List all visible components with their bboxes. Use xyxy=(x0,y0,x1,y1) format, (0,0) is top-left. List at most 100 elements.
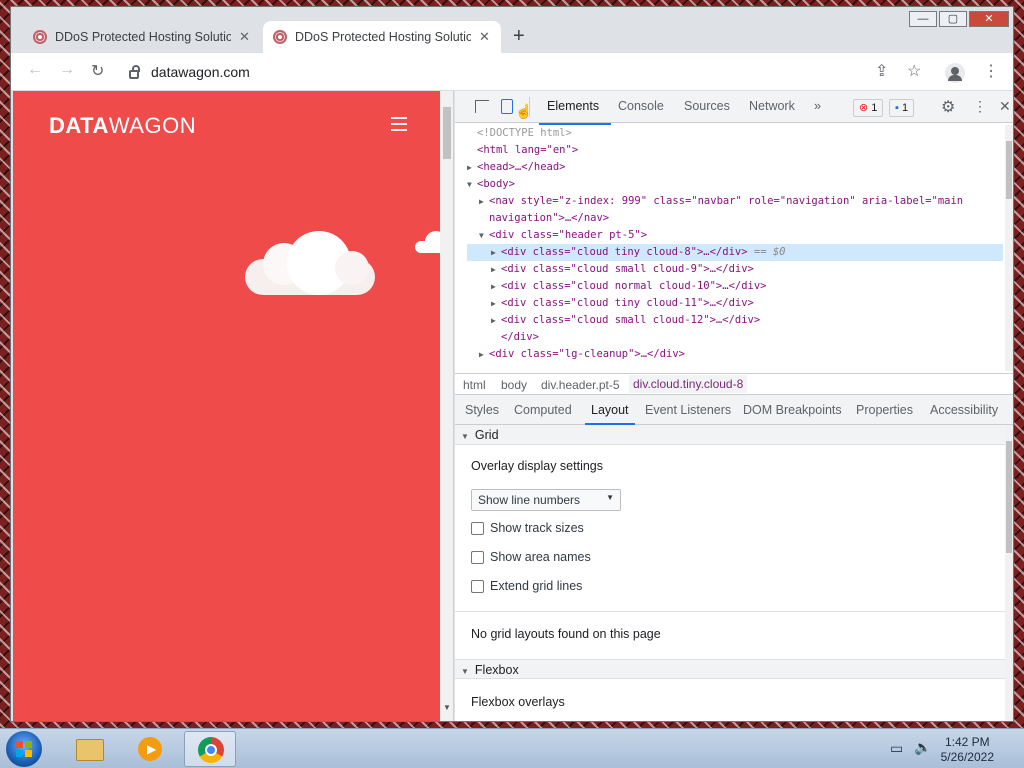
expand-toggle-icon[interactable]: ▼ xyxy=(467,176,477,193)
flexbox-section-header[interactable]: ▼ Flexbox xyxy=(455,659,1005,679)
address-bar[interactable]: datawagon.com xyxy=(129,59,909,85)
checkbox-label: Show track sizes xyxy=(490,521,584,535)
dom-node[interactable]: ▶ <nav style="z-index: 999" class="navbar… xyxy=(467,193,1003,210)
select-value: Show line numbers xyxy=(478,493,581,507)
close-window-button[interactable]: ✕ xyxy=(969,11,1009,27)
crumb-header[interactable]: div.header.pt-5 xyxy=(541,378,620,392)
devtools-menu-icon[interactable]: ⋮ xyxy=(973,98,987,115)
site-logo[interactable]: DATAWAGON xyxy=(49,113,196,139)
errors-count: 1 xyxy=(871,102,878,114)
expand-toggle-icon[interactable]: ▶ xyxy=(479,193,489,210)
expand-toggle-icon[interactable]: ▶ xyxy=(467,159,477,176)
dom-node[interactable]: </div> xyxy=(467,329,1003,346)
tab-network[interactable]: Network xyxy=(749,99,795,113)
messages-badge[interactable]: ▪ 1 xyxy=(889,99,915,117)
dom-node-text: <body> xyxy=(477,178,515,190)
hamburger-menu-icon[interactable] xyxy=(391,117,407,135)
tab-close-icon[interactable]: ✕ xyxy=(239,29,250,45)
expand-toggle-icon[interactable]: ▶ xyxy=(491,295,501,312)
tab-sources[interactable]: Sources xyxy=(684,99,730,113)
new-tab-button[interactable]: + xyxy=(513,25,525,48)
cloud-small xyxy=(415,231,440,253)
inspect-element-icon[interactable] xyxy=(475,100,489,113)
checkbox-show-area-names[interactable]: Show area names xyxy=(471,550,591,564)
tab-computed[interactable]: Computed xyxy=(514,403,572,417)
bookmark-star-icon[interactable]: ☆ xyxy=(907,61,921,81)
dom-node[interactable]: ▶ <div class="lg-cleanup">…</div> xyxy=(467,346,1003,363)
maximize-button[interactable]: ▢ xyxy=(939,11,967,27)
tab-styles[interactable]: Styles xyxy=(465,403,499,417)
avatar-head xyxy=(951,67,959,75)
chrome-taskbar-icon[interactable] xyxy=(184,731,236,767)
expand-toggle-icon[interactable]: ▶ xyxy=(479,346,489,363)
windows-logo-icon xyxy=(25,750,32,757)
checkbox-label: Show area names xyxy=(490,550,591,564)
more-tabs-icon[interactable]: » xyxy=(814,99,821,113)
dom-node[interactable]: ▶ <div class="cloud small cloud-12">…</di… xyxy=(467,312,1003,329)
scroll-down-icon[interactable]: ▼ xyxy=(443,703,451,712)
profile-avatar-icon[interactable] xyxy=(945,63,965,83)
layout-pane: ▼ Grid Overlay display settings Show line… xyxy=(455,425,1005,721)
volume-icon[interactable]: 🔈 xyxy=(914,739,931,756)
dom-node[interactable]: <!DOCTYPE html> xyxy=(467,125,1003,142)
dom-node-text: <nav style="z-index: 999" class="navbar"… xyxy=(489,195,964,207)
tab-accessibility[interactable]: Accessibility xyxy=(930,403,998,417)
start-button[interactable] xyxy=(6,731,42,767)
dom-node[interactable]: ▶ <div class="cloud tiny cloud-11">…</div… xyxy=(467,295,1003,312)
crumb-selected[interactable]: div.cloud.tiny.cloud-8 xyxy=(629,375,748,393)
elements-dom-tree[interactable]: <!DOCTYPE html> <html lang="en"> ▶ <head>…<… xyxy=(467,125,1003,373)
dom-node[interactable]: ▼ <body> xyxy=(467,176,1003,193)
browser-tab-2[interactable]: DDoS Protected Hosting Solution ✕ xyxy=(263,21,501,53)
crumb-html[interactable]: html xyxy=(463,378,486,392)
media-player-icon[interactable]: ▶ xyxy=(124,731,176,767)
browser-tab-1[interactable]: DDoS Protected Hosting Solution ✕ xyxy=(23,21,260,53)
device-toolbar-icon[interactable] xyxy=(501,99,513,114)
tab-event-listeners[interactable]: Event Listeners xyxy=(645,403,731,417)
expand-toggle-icon[interactable]: ▶ xyxy=(491,244,501,261)
grid-section-header[interactable]: ▼ Grid xyxy=(455,425,1005,445)
chrome-menu-icon[interactable]: ⋮ xyxy=(983,61,999,81)
minimize-button[interactable]: — xyxy=(909,11,937,27)
grid-header-label: Grid xyxy=(474,428,499,442)
share-icon[interactable]: ⇪ xyxy=(875,61,888,81)
dom-node-text: <head>…</head> xyxy=(477,161,566,173)
flexbox-header-label: Flexbox xyxy=(474,663,519,677)
dom-node-selected[interactable]: ▶ <div class="cloud tiny cloud-8">…</div>… xyxy=(467,244,1003,261)
forward-icon[interactable]: → xyxy=(59,61,75,79)
tab-layout[interactable]: Layout xyxy=(585,403,634,425)
dom-node[interactable]: ▶ <div class="cloud small cloud-9">…</div… xyxy=(467,261,1003,278)
close-devtools-icon[interactable]: ✕ xyxy=(999,98,1011,115)
errors-badge[interactable]: ⊗ 1 xyxy=(853,99,884,117)
tab-elements[interactable]: Elements xyxy=(538,99,612,125)
checkbox-show-track-sizes[interactable]: Show track sizes xyxy=(471,521,584,535)
back-icon[interactable]: ← xyxy=(27,61,43,79)
windows-logo-icon xyxy=(25,741,32,748)
tab-properties[interactable]: Properties xyxy=(856,403,913,417)
expand-toggle-icon[interactable]: ▶ xyxy=(491,312,501,329)
expand-toggle-icon[interactable]: ▶ xyxy=(491,261,501,278)
checkbox-extend-grid-lines[interactable]: Extend grid lines xyxy=(471,579,582,593)
dom-node[interactable]: ▶ <head>…</head> xyxy=(467,159,1003,176)
system-clock[interactable]: 1:42 PM 5/26/2022 xyxy=(941,735,994,765)
reload-icon[interactable]: ↻ xyxy=(91,61,104,81)
tab-close-icon[interactable]: ✕ xyxy=(479,29,490,45)
network-icon[interactable]: ▭ xyxy=(890,740,903,757)
dom-node[interactable]: ▼ <div class="header pt-5"> xyxy=(467,227,1003,244)
crumb-body[interactable]: body xyxy=(501,378,527,392)
layout-pane-scrollbar[interactable] xyxy=(1005,425,1013,721)
expand-toggle-icon[interactable]: ▶ xyxy=(491,278,501,295)
dom-node[interactable]: ▶ <div class="cloud normal cloud-10">…</d… xyxy=(467,278,1003,295)
tab-dom-breakpoints[interactable]: DOM Breakpoints xyxy=(743,403,842,417)
dom-tree-scrollbar[interactable] xyxy=(1005,125,1013,371)
dom-node[interactable]: <html lang="en"> xyxy=(467,142,1003,159)
dom-node[interactable]: navigation">…</nav> xyxy=(467,210,1003,227)
folder-shape xyxy=(76,739,104,761)
site-favicon-icon xyxy=(33,30,47,44)
grid-overlay-select[interactable]: Show line numbers ▼ xyxy=(471,489,621,511)
settings-gear-icon[interactable]: ⚙ xyxy=(941,97,955,117)
page-scrollbar[interactable]: ▼ xyxy=(440,91,454,721)
expand-toggle-icon[interactable]: ▼ xyxy=(479,227,489,244)
selected-node-marker: == $0 xyxy=(747,246,786,258)
tab-console[interactable]: Console xyxy=(618,99,664,113)
file-explorer-icon[interactable] xyxy=(64,731,116,767)
